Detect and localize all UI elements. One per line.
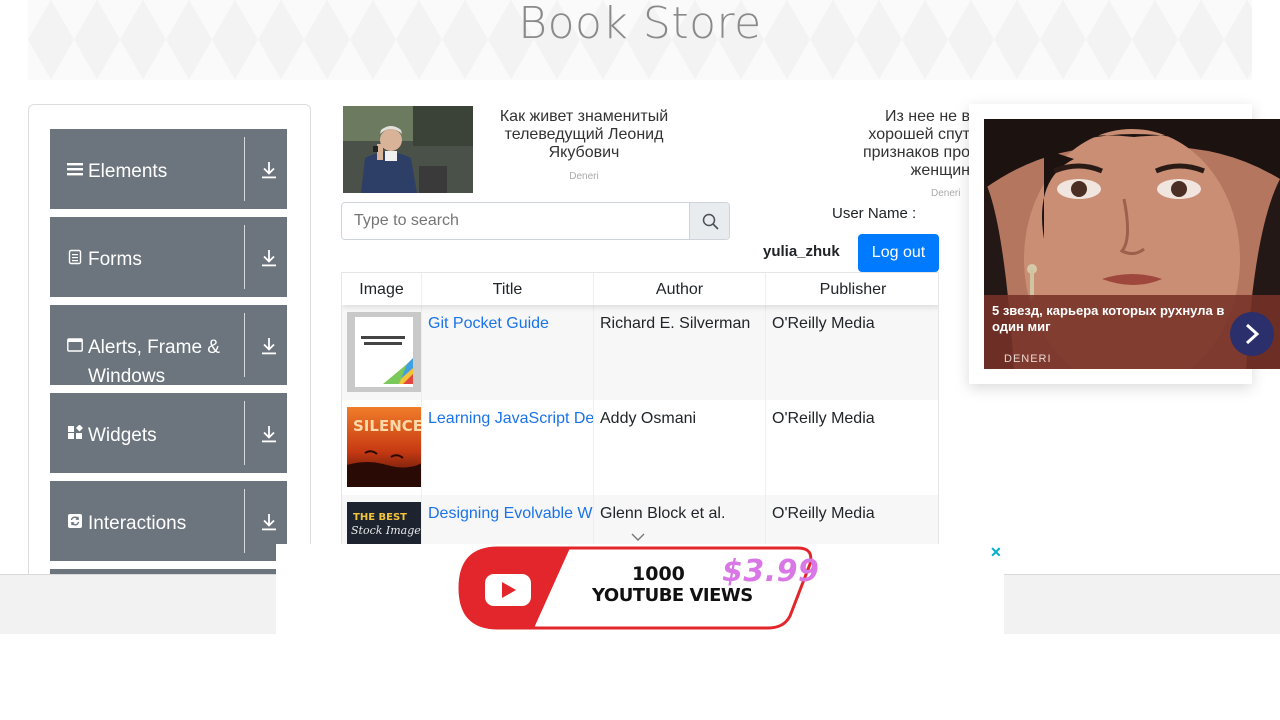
ad-thumbnail[interactable]: [343, 106, 473, 193]
sidebar-group-widgets[interactable]: Widgets: [50, 393, 287, 473]
book-cover-image: SILENCE: [347, 407, 422, 487]
sidebar: Elements Forms Alerts, Frame & Windows W…: [28, 104, 311, 584]
sponsored-ad[interactable]: 5 звезд, карьера которых рухнула в один …: [969, 104, 1280, 384]
search-input[interactable]: [342, 203, 689, 239]
column-header-title[interactable]: Title: [422, 273, 594, 305]
book-cover-cell: THE BEST Stock Images: [342, 495, 422, 544]
book-author: Glenn Block et al.: [594, 495, 766, 544]
book-publisher: O'Reilly Media: [772, 505, 875, 522]
divider: [244, 401, 245, 465]
svg-text:THE BEST: THE BEST: [353, 512, 407, 523]
download-icon[interactable]: [260, 512, 278, 532]
divider: [244, 489, 245, 553]
sidebar-group-alerts-frame-windows[interactable]: Alerts, Frame & Windows: [50, 305, 287, 387]
svg-text:SILENCE: SILENCE: [353, 417, 422, 435]
search-box: [341, 202, 730, 240]
next-button[interactable]: [1230, 312, 1274, 356]
sidebar-group-interactions[interactable]: Interactions: [50, 481, 287, 561]
sidebar-group-label: Forms: [88, 249, 142, 270]
column-header-publisher[interactable]: Publisher: [766, 273, 938, 305]
promo-price: $3.99: [722, 554, 820, 589]
user-name-label: User Name :: [832, 205, 917, 222]
header-banner: Book Store: [28, 0, 1252, 80]
sidebar-group-label: Widgets: [88, 425, 157, 446]
book-author: Richard E. Silverman: [594, 305, 766, 400]
table-row: SILENCE Learning JavaScript Design Patte…: [342, 400, 938, 495]
ad-source: DENERI: [1004, 353, 1052, 365]
chevron-right-icon: [1244, 323, 1260, 350]
book-cover-cell: SILENCE: [342, 400, 422, 495]
book-publisher: O'Reilly Media: [772, 410, 875, 427]
book-publisher: O'Reilly Media: [772, 315, 875, 332]
book-cover-image: [347, 312, 421, 392]
download-icon[interactable]: [260, 424, 278, 444]
sidebar-group-label: Interactions: [88, 513, 187, 534]
book-title-link[interactable]: Learning JavaScript Design Patterns: [422, 400, 594, 495]
book-title-link[interactable]: Git Pocket Guide: [422, 305, 594, 400]
window-icon: [67, 337, 83, 353]
close-icon[interactable]: ✕: [990, 544, 1002, 561]
page-title: Book Store: [518, 0, 762, 49]
document-icon: [67, 249, 83, 265]
book-cover-image: THE BEST Stock Images: [347, 502, 422, 544]
table-row: Git Pocket Guide Richard E. Silverman O'…: [342, 305, 938, 400]
chevron-down-icon[interactable]: [630, 530, 646, 542]
ad-source: Deneri: [931, 188, 961, 196]
books-table: Image Title Author Publisher Git Pocket …: [341, 272, 939, 544]
interactions-icon: [67, 513, 83, 529]
table-header: Image Title Author Publisher: [342, 273, 938, 305]
sidebar-group-label: Alerts, Frame & Windows: [88, 337, 220, 387]
sidebar-group-elements[interactable]: Elements: [50, 129, 287, 209]
ad-headline[interactable]: 5 звезд, карьера которых рухнула в один …: [992, 303, 1242, 335]
book-cover-cell: [342, 305, 422, 400]
download-icon[interactable]: [260, 336, 278, 356]
ad-headline[interactable]: Из нее не в хорошей спут признаков про женщ…: [848, 108, 970, 180]
ad-headline[interactable]: Как живет знаменитый телеведущий Леонид …: [481, 108, 687, 162]
sidebar-group-forms[interactable]: Forms: [50, 217, 287, 297]
widgets-icon: [67, 424, 84, 441]
sidebar-group-label: Elements: [88, 161, 168, 182]
user-name-value: yulia_zhuk: [763, 243, 840, 260]
ad-image[interactable]: 5 звезд, карьера которых рухнула в один …: [984, 119, 1280, 369]
download-icon[interactable]: [260, 248, 278, 268]
book-title-link[interactable]: Designing Evolvable Web APIs with ASP.NE…: [422, 495, 594, 544]
book-author: Addy Osmani: [594, 400, 766, 495]
svg-text:Stock Images: Stock Images: [351, 524, 422, 537]
sponsored-strip[interactable]: Как живет знаменитый телеведущий Леонид …: [343, 104, 970, 196]
download-icon[interactable]: [260, 160, 278, 180]
ad-source: Deneri: [569, 171, 599, 182]
search-icon: [702, 213, 719, 235]
list-icon: [67, 161, 83, 177]
column-header-image[interactable]: Image: [342, 273, 422, 305]
page: Book Store Elements Forms Alerts, Frame …: [0, 0, 1280, 720]
divider: [244, 225, 245, 289]
banner-ad[interactable]: ✕ 1000 YOUTUBE VIEWS $3.99: [276, 544, 1004, 634]
promo-count: 1000: [632, 563, 685, 585]
logout-button[interactable]: Log out: [858, 234, 939, 272]
search-button[interactable]: [689, 203, 729, 239]
divider: [244, 313, 245, 377]
divider: [244, 137, 245, 201]
column-header-author[interactable]: Author: [594, 273, 766, 305]
